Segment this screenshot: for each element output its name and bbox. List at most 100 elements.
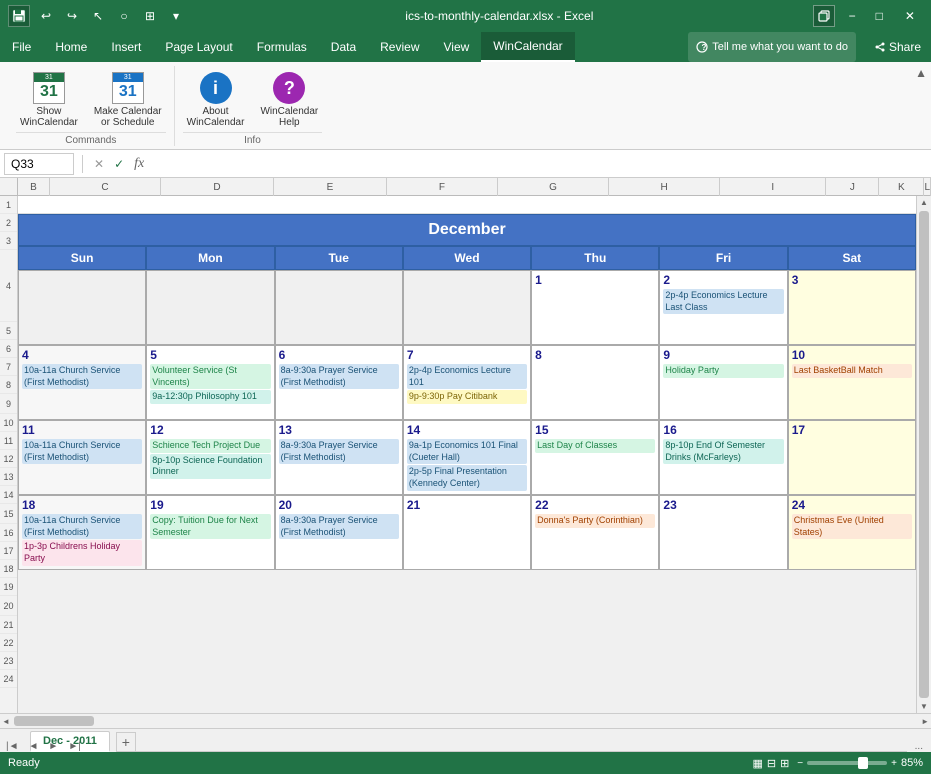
zoom-out-button[interactable]: − bbox=[797, 758, 803, 769]
cal-cell-w2-d3[interactable]: 68a-9:30a Prayer Service (First Methodis… bbox=[275, 345, 403, 420]
cal-cell-w1-d6[interactable]: 22p-4p Economics Lecture Last Class bbox=[659, 270, 787, 345]
calendar-event[interactable]: 8a-9:30a Prayer Service (First Methodist… bbox=[279, 364, 399, 389]
cal-cell-w4-d5[interactable]: 22Donna's Party (Corinthian) bbox=[531, 495, 659, 570]
cal-cell-w2-d6[interactable]: 9Holiday Party bbox=[659, 345, 787, 420]
cal-cell-w2-d2[interactable]: 5Volunteer Service (St Vincents)9a-12:30… bbox=[146, 345, 274, 420]
maximize-button[interactable]: □ bbox=[870, 7, 889, 25]
add-sheet-button[interactable]: + bbox=[116, 732, 136, 752]
calendar-event[interactable]: 2p-4p Economics Lecture 101 bbox=[407, 364, 527, 389]
vertical-scrollbar[interactable]: ▲ ▼ bbox=[916, 196, 931, 713]
tab-scroll-last[interactable]: ►| bbox=[64, 741, 85, 752]
row-20[interactable]: 20 bbox=[0, 596, 17, 616]
col-header-e[interactable]: E bbox=[274, 178, 387, 196]
circle-icon[interactable]: ○ bbox=[114, 6, 134, 26]
col-header-j[interactable]: J bbox=[826, 178, 879, 196]
calendar-event[interactable]: Volunteer Service (St Vincents) bbox=[150, 364, 270, 389]
more-icon[interactable]: ▾ bbox=[166, 6, 186, 26]
row-18[interactable]: 18 bbox=[0, 560, 17, 578]
row-12[interactable]: 12 bbox=[0, 450, 17, 468]
cursor-icon[interactable]: ↖ bbox=[88, 6, 108, 26]
col-header-b[interactable]: B bbox=[18, 178, 50, 196]
cell-reference-input[interactable] bbox=[4, 153, 74, 175]
cal-cell-w3-d5[interactable]: 15Last Day of Classes bbox=[531, 420, 659, 495]
cal-cell-w3-d7[interactable]: 17 bbox=[788, 420, 916, 495]
menu-data[interactable]: Data bbox=[319, 32, 368, 62]
tab-scroll-next[interactable]: ► bbox=[44, 741, 62, 752]
insert-function-icon[interactable]: fx bbox=[131, 156, 147, 172]
cal-cell-w4-d1[interactable]: 1810a-11a Church Service (First Methodis… bbox=[18, 495, 146, 570]
cal-cell-w2-d5[interactable]: 8 bbox=[531, 345, 659, 420]
tell-me-box[interactable]: ? Tell me what you want to do bbox=[688, 32, 856, 62]
close-button[interactable]: ✕ bbox=[897, 7, 923, 25]
row-3[interactable]: 3 bbox=[0, 232, 17, 250]
show-wincal-button[interactable]: 31 31 ShowWinCalendar bbox=[16, 70, 82, 130]
col-header-d[interactable]: D bbox=[161, 178, 274, 196]
cal-cell-w3-d4[interactable]: 149a-1p Economics 101 Final (Cueter Hall… bbox=[403, 420, 531, 495]
calendar-event[interactable]: 8a-9:30a Prayer Service (First Methodist… bbox=[279, 439, 399, 464]
col-header-c[interactable]: C bbox=[50, 178, 161, 196]
restore-icon[interactable] bbox=[813, 5, 835, 27]
calendar-event[interactable]: Schience Tech Project Due bbox=[150, 439, 270, 453]
calendar-event[interactable]: 9a-12:30p Philosophy 101 bbox=[150, 390, 270, 404]
row-19[interactable]: 19 bbox=[0, 578, 17, 596]
cal-cell-w1-d2[interactable] bbox=[146, 270, 274, 345]
redo-icon[interactable]: ↪ bbox=[62, 6, 82, 26]
row-2[interactable]: 2 bbox=[0, 214, 17, 232]
calendar-event[interactable]: 10a-11a Church Service (First Methodist) bbox=[22, 364, 142, 389]
row-11[interactable]: 11 bbox=[0, 432, 17, 450]
cal-cell-w4-d4[interactable]: 21 bbox=[403, 495, 531, 570]
cal-cell-w3-d1[interactable]: 1110a-11a Church Service (First Methodis… bbox=[18, 420, 146, 495]
cal-cell-w4-d2[interactable]: 19Copy: Tuition Due for Next Semester bbox=[146, 495, 274, 570]
row-5[interactable]: 5 bbox=[0, 322, 17, 340]
menu-home[interactable]: Home bbox=[43, 32, 99, 62]
row-17[interactable]: 17 bbox=[0, 542, 17, 560]
col-header-g[interactable]: G bbox=[498, 178, 609, 196]
calendar-event[interactable]: Last BasketBall Match bbox=[792, 364, 912, 378]
col-header-k[interactable]: K bbox=[879, 178, 924, 196]
calendar-event[interactable]: 2p-4p Economics Lecture Last Class bbox=[663, 289, 783, 314]
menu-wincalendar[interactable]: WinCalendar bbox=[481, 32, 574, 62]
scroll-right-button[interactable]: ► bbox=[919, 715, 931, 728]
minimize-button[interactable]: − bbox=[843, 7, 862, 25]
row-9[interactable]: 9 bbox=[0, 394, 17, 414]
about-wincal-button[interactable]: i AboutWinCalendar bbox=[183, 70, 249, 130]
calendar-event[interactable]: Last Day of Classes bbox=[535, 439, 655, 453]
calendar-event[interactable]: 9a-1p Economics 101 Final (Cueter Hall) bbox=[407, 439, 527, 464]
calendar-event[interactable]: 8p-10p End Of Semester Drinks (McFarleys… bbox=[663, 439, 783, 464]
scroll-up-button[interactable]: ▲ bbox=[918, 196, 930, 209]
ribbon-collapse-button[interactable]: ▲ bbox=[915, 66, 927, 80]
calendar-event[interactable]: 10a-11a Church Service (First Methodist) bbox=[22, 514, 142, 539]
cal-cell-w3-d2[interactable]: 12Schience Tech Project Due8p-10p Scienc… bbox=[146, 420, 274, 495]
cal-cell-w4-d7[interactable]: 24Christmas Eve (United States) bbox=[788, 495, 916, 570]
row-7[interactable]: 7 bbox=[0, 358, 17, 376]
save-icon[interactable] bbox=[8, 5, 30, 27]
scroll-left-button[interactable]: ◄ bbox=[0, 715, 12, 728]
row-24[interactable]: 24 bbox=[0, 670, 17, 688]
row-10[interactable]: 10 bbox=[0, 414, 17, 432]
cal-cell-w3-d6[interactable]: 168p-10p End Of Semester Drinks (McFarle… bbox=[659, 420, 787, 495]
menu-view[interactable]: View bbox=[432, 32, 482, 62]
cal-cell-w2-d1[interactable]: 410a-11a Church Service (First Methodist… bbox=[18, 345, 146, 420]
cal-cell-w1-d7[interactable]: 3 bbox=[788, 270, 916, 345]
zoom-thumb[interactable] bbox=[858, 757, 868, 769]
formula-input[interactable] bbox=[151, 157, 927, 171]
calendar-event[interactable]: 9p-9:30p Pay Citibank bbox=[407, 390, 527, 404]
calendar-event[interactable]: 10a-11a Church Service (First Methodist) bbox=[22, 439, 142, 464]
calendar-event[interactable]: 1p-3p Childrens Holiday Party bbox=[22, 540, 142, 565]
row-14[interactable]: 14 bbox=[0, 486, 17, 504]
scroll-thumb[interactable] bbox=[919, 211, 929, 698]
menu-review[interactable]: Review bbox=[368, 32, 431, 62]
cal-cell-w1-d4[interactable] bbox=[403, 270, 531, 345]
calendar-event[interactable]: Copy: Tuition Due for Next Semester bbox=[150, 514, 270, 539]
share-button[interactable]: Share bbox=[864, 32, 931, 62]
col-header-rest[interactable]: L bbox=[924, 178, 931, 196]
row-8[interactable]: 8 bbox=[0, 376, 17, 394]
cancel-formula-icon[interactable]: ✕ bbox=[91, 157, 107, 171]
row-16[interactable]: 16 bbox=[0, 524, 17, 542]
menu-page-layout[interactable]: Page Layout bbox=[153, 32, 244, 62]
cal-cell-w1-d3[interactable] bbox=[275, 270, 403, 345]
grid-icon[interactable]: ⊞ bbox=[140, 6, 160, 26]
col-header-i[interactable]: I bbox=[720, 178, 826, 196]
row-6[interactable]: 6 bbox=[0, 340, 17, 358]
cal-cell-w2-d4[interactable]: 72p-4p Economics Lecture 1019p-9:30p Pay… bbox=[403, 345, 531, 420]
